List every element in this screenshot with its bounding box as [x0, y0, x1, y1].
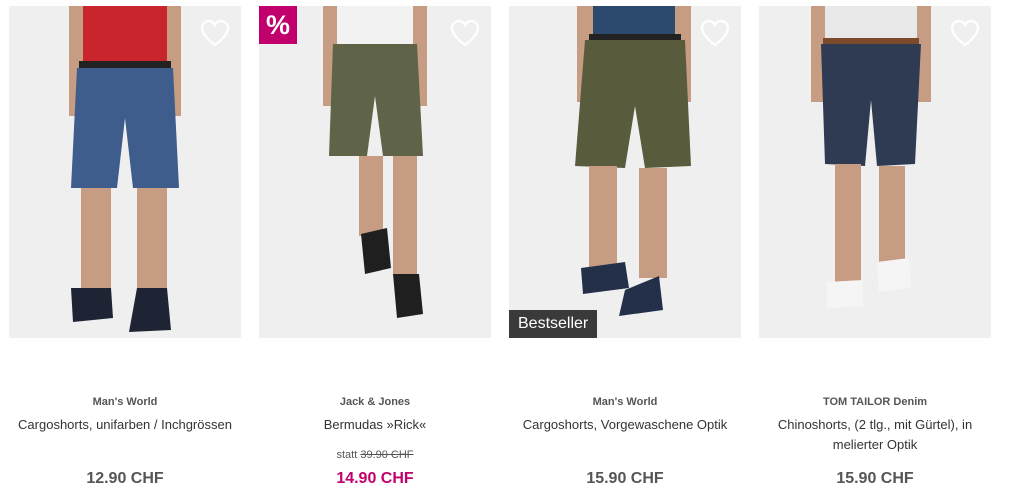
product-price: 15.90 CHF	[836, 470, 914, 487]
product-brand[interactable]: Man's World	[509, 396, 741, 408]
product-image[interactable]: Bestseller	[509, 6, 741, 338]
bestseller-badge: Bestseller	[509, 310, 598, 338]
sale-badge: %	[259, 6, 297, 44]
product-title[interactable]: Cargoshorts, unifarben / Inchgrössen	[9, 415, 241, 435]
product-brand[interactable]: Man's World	[9, 396, 241, 408]
old-price-prefix: statt	[336, 449, 358, 461]
product-card[interactable]: TOM TAILOR Denim Chinoshorts, (2 tlg., m…	[759, 0, 991, 501]
product-price: 14.90 CHF	[336, 470, 414, 487]
product-price: 15.90 CHF	[586, 470, 664, 487]
product-title-line: melierter Optik	[832, 437, 918, 452]
heart-outline-icon[interactable]	[450, 19, 480, 47]
product-card[interactable]: % Jack & Jones Bermudas »Rick« statt 39.…	[259, 0, 491, 501]
product-image[interactable]: %	[259, 6, 491, 338]
product-image[interactable]	[9, 6, 241, 338]
product-title[interactable]: Bermudas »Rick«	[259, 415, 491, 435]
heart-outline-icon[interactable]	[200, 19, 230, 47]
product-title[interactable]: Cargoshorts, Vorgewaschene Optik	[509, 415, 741, 435]
product-image[interactable]	[759, 6, 991, 338]
old-price-value: 39.90 CHF	[360, 449, 414, 461]
product-title[interactable]: Chinoshorts, (2 tlg., mit Gürtel), in me…	[759, 415, 991, 455]
product-brand[interactable]: Jack & Jones	[259, 396, 491, 408]
product-price: 12.90 CHF	[86, 470, 164, 487]
product-title-line: Chinoshorts, (2 tlg., mit Gürtel), in	[777, 417, 973, 432]
product-brand[interactable]: TOM TAILOR Denim	[759, 396, 991, 408]
product-card[interactable]: Man's World Cargoshorts, unifarben / Inc…	[9, 0, 241, 501]
old-price: statt 39.90 CHF	[259, 449, 491, 461]
heart-outline-icon[interactable]	[700, 19, 730, 47]
product-card[interactable]: Bestseller Man's World Cargoshorts, Vorg…	[509, 0, 741, 501]
heart-outline-icon[interactable]	[950, 19, 980, 47]
